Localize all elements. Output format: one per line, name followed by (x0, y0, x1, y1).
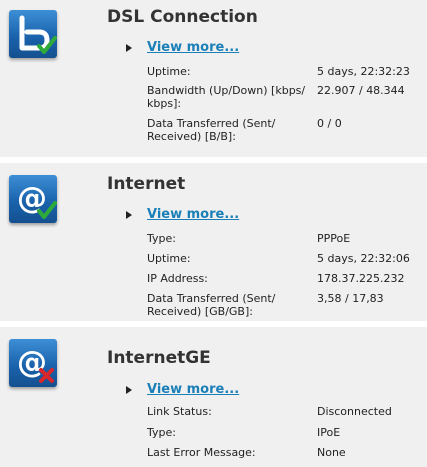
row-label: Data Transferred (Sent/ Received) [B/B]: (147, 117, 276, 143)
row-label: Link Status: (147, 405, 212, 418)
view-more-link[interactable]: View more... (147, 207, 239, 222)
section-title: Internet (107, 174, 186, 194)
row-label: Type: (147, 426, 176, 439)
row-label: IP Address: (147, 272, 208, 285)
row-label: Bandwidth (Up/Down) [kbps/ kbps]: (147, 84, 306, 110)
section-title: InternetGE (107, 348, 211, 368)
row-value: 0 / 0 (317, 117, 342, 130)
svg-text:@: @ (17, 181, 47, 216)
row-label: Last Error Message: (147, 446, 256, 459)
row-value: 5 days, 22:32:23 (317, 65, 410, 78)
row-value: None (317, 446, 346, 459)
view-more-link[interactable]: View more... (147, 382, 239, 397)
row-value: 3,58 / 17,83 (317, 292, 384, 305)
view-more-link[interactable]: View more... (147, 40, 239, 55)
row-value: Disconnected (317, 405, 392, 418)
section-title: DSL Connection (107, 7, 258, 27)
dsl-connection-panel: DSL Connection View more... Uptime: 5 da… (0, 0, 427, 157)
row-label: Uptime: (147, 65, 191, 78)
row-value: 178.37.225.232 (317, 272, 405, 285)
dsl-b-icon (9, 10, 57, 58)
svg-text:@: @ (17, 345, 47, 380)
row-value: 22.907 / 48.344 (317, 84, 405, 97)
internet-at-icon: @ (9, 339, 57, 387)
row-label: Data Transferred (Sent/ Received) [GB/GB… (147, 292, 276, 318)
row-value: PPPoE (317, 232, 351, 245)
row-label: Type: (147, 232, 176, 245)
row-value: 5 days, 22:32:06 (317, 252, 410, 265)
row-label: Uptime: (147, 252, 191, 265)
internetge-panel: @ InternetGE View more... Link Status: D… (0, 327, 427, 467)
internet-at-icon: @ (9, 175, 57, 223)
expand-arrow-icon[interactable] (126, 211, 132, 219)
expand-arrow-icon[interactable] (126, 44, 132, 52)
internet-panel: @ Internet View more... Type: PPPoE Upti… (0, 163, 427, 321)
row-value: IPoE (317, 426, 341, 439)
expand-arrow-icon[interactable] (126, 386, 132, 394)
